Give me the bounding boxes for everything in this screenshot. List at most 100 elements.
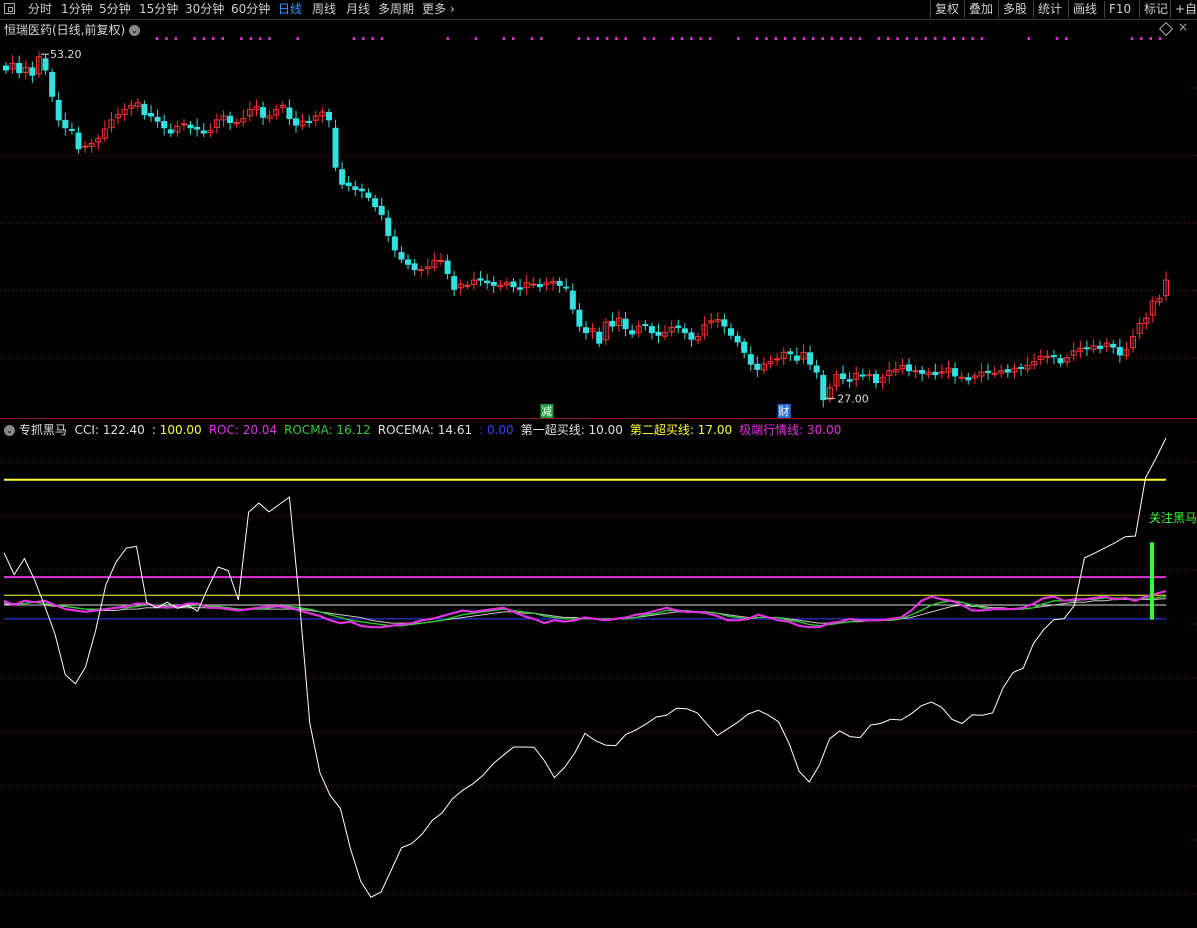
candle-body <box>332 127 339 168</box>
signal-dot <box>1149 37 1153 40</box>
signal-dot <box>193 37 196 40</box>
signal-dot <box>952 37 956 40</box>
signal-dot <box>380 37 384 40</box>
candle-body <box>438 259 444 262</box>
candle-body <box>912 370 919 373</box>
candle-body <box>1018 366 1024 369</box>
close-icon[interactable]: × <box>1178 20 1188 34</box>
candle-body <box>655 331 662 336</box>
candle-body <box>372 198 379 208</box>
signal-dot <box>1065 37 1068 40</box>
candle-body <box>747 354 754 365</box>
candle-body <box>556 280 563 286</box>
readout-8: 极端行情线: 30.00 <box>739 423 842 437</box>
candle-body <box>609 320 616 327</box>
candle-body <box>840 373 847 380</box>
readout-4: ROCEMA: 14.61 <box>377 423 473 437</box>
signal-dot <box>971 37 974 40</box>
signal-dot <box>765 37 768 40</box>
indicator-name: 专抓黑马 <box>18 423 67 437</box>
candle-body <box>721 319 728 327</box>
indicator-menu-icon[interactable]: ⌄ <box>4 425 15 436</box>
candle-body <box>932 371 939 376</box>
signal-dot <box>596 37 599 40</box>
signal-dot <box>671 37 674 40</box>
candle-body <box>464 284 471 287</box>
event-badge-text: 减 <box>541 405 552 418</box>
signal-dot <box>783 37 787 40</box>
signal-dot <box>886 37 890 40</box>
signal-dot <box>774 37 778 40</box>
candle-body <box>339 169 346 185</box>
candle-body <box>451 276 458 290</box>
candle-body <box>200 130 207 134</box>
candle-body <box>938 371 945 374</box>
signal-dot <box>755 37 759 40</box>
signal-dot <box>821 37 824 40</box>
candle-body <box>227 115 234 123</box>
candle-body <box>194 126 201 130</box>
candle-body <box>873 374 879 384</box>
readout-5: : 0.00 <box>479 423 514 437</box>
candle-body <box>378 205 385 215</box>
candle-body <box>490 281 497 286</box>
candle-body <box>859 374 866 377</box>
signal-dot <box>933 37 937 40</box>
candle-body <box>905 364 912 372</box>
candle-body <box>688 332 695 340</box>
signal-dot <box>268 37 271 40</box>
signal-dot <box>352 37 356 40</box>
candle-body <box>358 188 365 192</box>
signal-dot <box>1140 37 1143 40</box>
readout-1: : 100.00 <box>151 423 202 437</box>
signal-bar <box>1150 542 1154 620</box>
candle-body <box>260 107 267 118</box>
stock-title: 恒瑞医药(日线,前复权) <box>4 23 126 37</box>
event-badge-text: 财 <box>778 404 789 418</box>
signal-dot <box>155 37 159 40</box>
signal-dot <box>512 37 515 40</box>
candle-body <box>1057 358 1064 364</box>
signal-dot <box>699 37 703 40</box>
low-price-label: 27.00 <box>837 392 869 405</box>
indicator-readout: ⌄ 专抓黑马 CCI: 122.40: 100.00 ROC: 20.04 ROCM… <box>4 421 848 438</box>
signal-dot <box>690 37 693 40</box>
signal-dot <box>793 37 796 40</box>
signal-dot <box>249 37 253 40</box>
candle-body <box>1050 355 1057 358</box>
signal-dot <box>708 37 712 40</box>
signal-dot <box>540 37 543 40</box>
dropdown-chevron-icon[interactable]: ⌄ <box>129 25 141 36</box>
candle-body <box>385 217 392 236</box>
candle-body <box>405 259 412 265</box>
chart-canvas: 53.20 27.00 减 财 <box>0 37 1197 898</box>
signal-dot <box>877 37 881 40</box>
candle-body <box>530 283 537 286</box>
candle-body <box>187 124 194 129</box>
candle-body <box>985 370 992 373</box>
candle-body <box>675 325 682 328</box>
readout-2: ROC: 20.04 <box>208 423 278 437</box>
candle-body <box>583 327 589 334</box>
signal-dot <box>802 37 806 40</box>
signal-dot <box>652 37 656 40</box>
candle-body <box>75 132 82 150</box>
main-panel-title: 恒瑞医药(日线,前复权) ⌄ <box>4 21 141 38</box>
signal-dot <box>605 37 609 40</box>
candle-body <box>648 326 655 334</box>
signal-dot <box>1027 37 1031 40</box>
candle-body <box>325 112 332 121</box>
candle-body <box>345 182 352 187</box>
candle-body <box>952 368 959 377</box>
candle-body <box>62 119 69 129</box>
signal-dot <box>446 37 449 40</box>
candle-body <box>82 145 89 148</box>
candle-body <box>42 58 49 71</box>
signal-dot <box>362 37 365 40</box>
signal-dot <box>924 37 928 40</box>
candle-body <box>306 120 313 124</box>
signal-dot <box>174 37 178 40</box>
candle-body <box>536 283 543 288</box>
signal-dot <box>830 37 834 40</box>
candle-body <box>1097 345 1104 349</box>
